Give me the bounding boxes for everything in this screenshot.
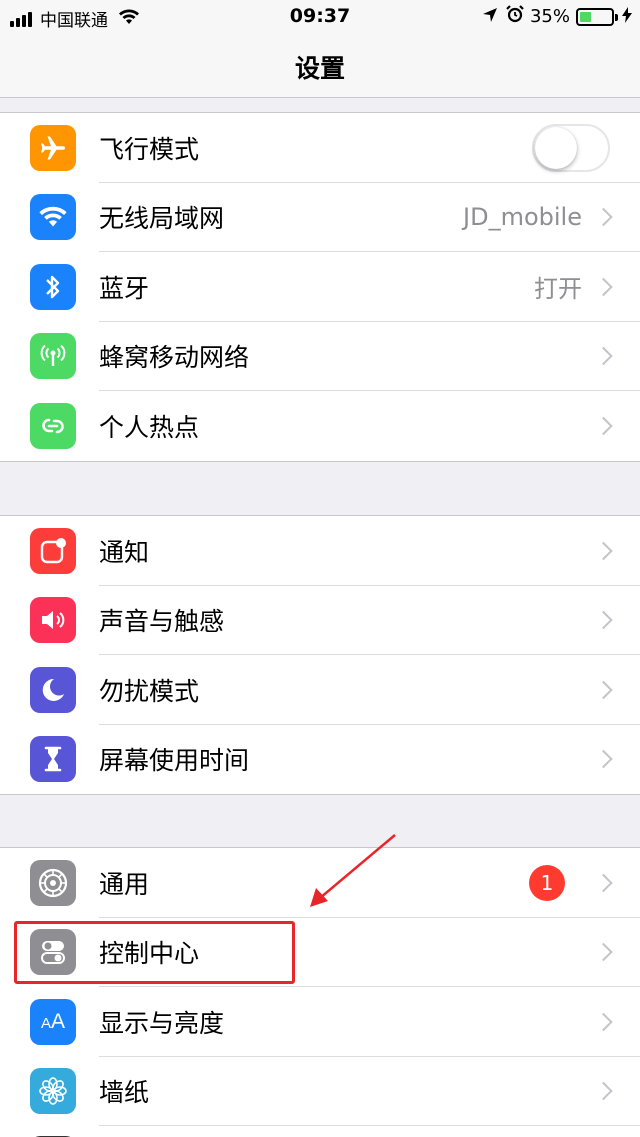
row-label: 通用 — [99, 869, 150, 899]
hourglass-icon — [30, 736, 76, 783]
row-do-not-disturb[interactable]: 勿扰模式 — [0, 655, 640, 725]
chevron-right-icon — [594, 873, 613, 892]
row-wallpaper[interactable]: 墙纸 — [0, 1057, 640, 1126]
antenna-icon — [30, 333, 76, 380]
row-cellular[interactable]: 蜂窝移动网络 — [0, 322, 640, 391]
page-title: 设置 — [294, 54, 345, 83]
chevron-right-icon — [594, 208, 613, 227]
row-notifications[interactable]: 通知 — [0, 516, 640, 586]
wifi-icon — [30, 194, 76, 241]
location-icon — [482, 6, 498, 28]
row-airplane-mode[interactable]: 飞行模式 — [0, 113, 640, 183]
chevron-right-icon — [594, 347, 613, 366]
row-control-center[interactable]: 控制中心 — [0, 918, 640, 987]
chevron-right-icon — [594, 680, 613, 699]
switches-icon — [30, 929, 76, 976]
row-label: 声音与触感 — [99, 607, 225, 637]
settings-group-notifications: 通知 声音与触感 勿扰模式 屏幕使用时间 — [0, 515, 640, 795]
row-label: 屏幕使用时间 — [99, 746, 250, 776]
settings-group-connectivity: 飞行模式 无线局域网 JD_mobile 蓝牙 打开 蜂窝移动网络 个人热点 — [0, 112, 640, 462]
annotation-arrow-icon — [310, 834, 396, 907]
row-label: 蜂窝移动网络 — [99, 343, 250, 373]
battery-percent: 35% — [529, 6, 570, 27]
row-label: 通知 — [99, 537, 150, 567]
chevron-right-icon — [594, 943, 613, 962]
chevron-right-icon — [594, 541, 613, 560]
flower-icon — [30, 1068, 76, 1115]
update-badge: 1 — [529, 864, 565, 901]
navigation-bar: 设置 — [0, 34, 640, 98]
row-label: 勿扰模式 — [99, 676, 200, 706]
chevron-right-icon — [594, 277, 613, 296]
chevron-right-icon — [594, 750, 613, 769]
row-screen-time[interactable]: 屏幕使用时间 — [0, 725, 640, 795]
row-label: 蓝牙 — [99, 273, 150, 303]
alarm-icon — [506, 5, 524, 28]
chevron-right-icon — [594, 416, 613, 435]
row-label: 显示与亮度 — [99, 1008, 225, 1038]
text-size-glyph: AA — [40, 1009, 66, 1033]
row-value: JD_mobile — [463, 203, 582, 232]
gear-icon — [30, 859, 76, 906]
text-size-icon: AA — [30, 998, 76, 1045]
row-label: 飞行模式 — [99, 134, 200, 164]
status-bar: 中国联通 09:37 35% — [0, 0, 640, 34]
row-value: 打开 — [534, 275, 582, 304]
row-personal-hotspot[interactable]: 个人热点 — [0, 391, 640, 461]
bluetooth-icon — [30, 263, 76, 310]
row-next-partial[interactable] — [0, 1126, 640, 1137]
hotspot-icon — [30, 402, 76, 449]
chevron-right-icon — [594, 1082, 613, 1101]
status-right: 35% — [482, 5, 632, 28]
speaker-icon — [30, 597, 76, 644]
charging-icon — [622, 6, 632, 28]
battery-icon — [576, 7, 618, 26]
row-label: 墙纸 — [99, 1078, 150, 1108]
row-label: 个人热点 — [99, 412, 200, 442]
chevron-right-icon — [594, 1012, 613, 1031]
row-label: 控制中心 — [99, 939, 200, 969]
row-bluetooth[interactable]: 蓝牙 打开 — [0, 252, 640, 322]
row-sounds-haptics[interactable]: 声音与触感 — [0, 586, 640, 655]
row-wifi[interactable]: 无线局域网 JD_mobile — [0, 183, 640, 252]
airplane-icon — [30, 124, 76, 171]
moon-icon — [30, 666, 76, 713]
row-label: 无线局域网 — [99, 204, 225, 234]
airplane-mode-toggle[interactable] — [532, 123, 610, 172]
row-display-brightness[interactable]: AA 显示与亮度 — [0, 987, 640, 1057]
chevron-right-icon — [594, 611, 613, 630]
notification-icon — [30, 527, 76, 574]
